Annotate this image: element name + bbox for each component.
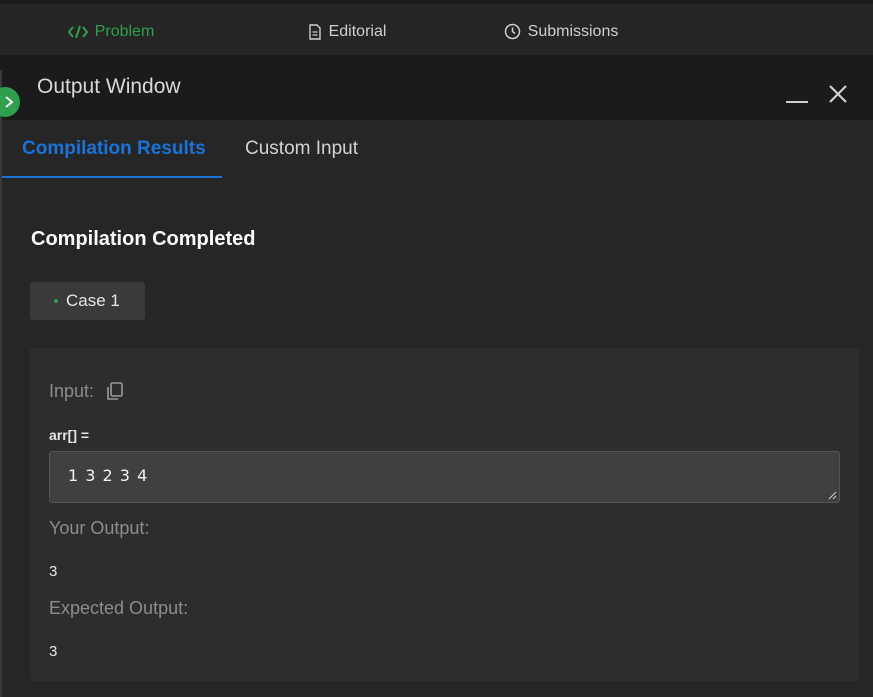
active-tab-underline: [2, 176, 222, 178]
tab-compilation-results[interactable]: Compilation Results: [2, 120, 222, 178]
resize-handle-icon[interactable]: [828, 491, 837, 500]
clock-icon: [504, 23, 520, 40]
input-value-field[interactable]: 1 3 2 3 4: [49, 451, 840, 503]
variable-name: arr[] =: [49, 427, 90, 443]
case-tab[interactable]: Case 1: [30, 282, 145, 320]
tab-editorial-label: Editorial: [328, 22, 387, 40]
your-output-label: Your Output:: [49, 518, 150, 538]
copy-icon[interactable]: [105, 381, 125, 401]
code-icon: [67, 25, 88, 38]
input-label: Input:: [49, 381, 95, 401]
compilation-status: Compilation Completed: [31, 228, 256, 250]
tab-compilation-results-label: Compilation Results: [22, 138, 206, 159]
output-window-header: Output Window: [0, 55, 873, 120]
close-icon[interactable]: [828, 84, 848, 104]
your-output-value: 3: [49, 563, 58, 580]
tab-submissions[interactable]: Submissions: [472, 8, 650, 55]
tab-custom-input-label: Custom Input: [245, 138, 358, 159]
tab-editorial[interactable]: Editorial: [222, 8, 472, 55]
expected-output-label: Expected Output:: [49, 598, 189, 618]
input-value: 1 3 2 3 4: [68, 466, 149, 485]
problem-tab-bar: Problem Editorial Submissions: [0, 0, 873, 57]
status-dot: [54, 299, 58, 303]
case-label: Case 1: [66, 291, 120, 310]
output-window-title: Output Window: [37, 75, 181, 98]
output-tabs: Compilation Results Custom Input: [0, 120, 873, 178]
output-window: Output Window Compilation Results Custom…: [0, 55, 873, 697]
tab-custom-input[interactable]: Custom Input: [245, 120, 358, 178]
expected-output-value: 3: [49, 643, 58, 660]
minimize-button[interactable]: [786, 85, 810, 103]
result-card: Input: arr[] = 1 3 2 3 4 Your Output: 3 …: [30, 348, 859, 681]
tab-submissions-label: Submissions: [527, 22, 619, 40]
tab-problem-label: Problem: [94, 22, 155, 40]
document-icon: [308, 23, 321, 40]
chevron-right-icon: [5, 96, 14, 108]
tab-problem[interactable]: Problem: [0, 8, 222, 57]
